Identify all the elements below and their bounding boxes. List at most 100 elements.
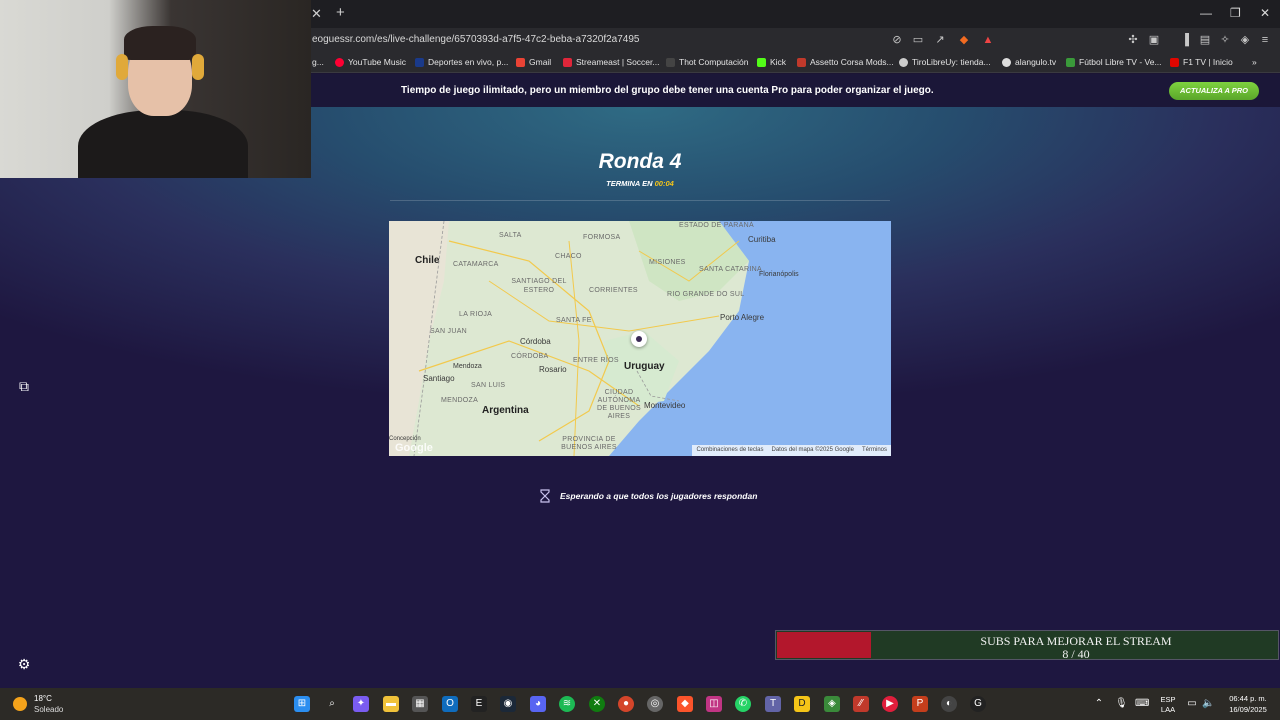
round-timer: TERMINA EN 00:04 <box>0 179 1280 188</box>
clock-time[interactable]: 06:44 p. m. <box>1222 694 1274 703</box>
weather-desc[interactable]: Soleado <box>34 705 63 714</box>
whatsapp-icon[interactable]: ✆ <box>735 696 751 712</box>
steam-icon[interactable]: ◉ <box>500 696 516 712</box>
show-hidden-icons[interactable]: ⌃ <box>1093 696 1105 712</box>
search-icon[interactable]: ⌕ <box>324 696 340 712</box>
copilot-icon[interactable]: ✦ <box>353 696 369 712</box>
downloads-icon[interactable]: ▣ <box>1147 33 1161 47</box>
map-label: CORRIENTES <box>589 287 638 294</box>
map-label: SAN LUIS <box>471 382 506 389</box>
bookmark-item[interactable]: Streameast | Soccer... <box>563 57 659 67</box>
share-icon[interactable]: ↗ <box>933 33 947 47</box>
brave-shield-icon[interactable]: ◆ <box>957 33 971 47</box>
timer-value: 00:04 <box>654 179 674 188</box>
spotify-icon[interactable]: ≋ <box>559 696 575 712</box>
cast-icon[interactable]: ▭ <box>911 33 925 47</box>
waiting-message: Esperando a que todos los jugadores resp… <box>538 489 757 503</box>
xbox-icon[interactable]: ✕ <box>589 696 605 712</box>
terms-link[interactable]: Términos <box>862 447 887 454</box>
map-label: SALTA <box>499 232 522 239</box>
outlook-icon[interactable]: O <box>442 696 458 712</box>
teams-icon[interactable]: T <box>765 696 781 712</box>
keyboard-shortcuts-link[interactable]: Combinaciones de teclas <box>696 447 763 454</box>
bookmark-item[interactable]: g... <box>312 57 324 67</box>
maximize-icon[interactable]: ❐ <box>1230 6 1241 20</box>
discord-icon[interactable]: ◕ <box>530 696 546 712</box>
bookmark-item[interactable]: TiroLibreUy: tienda... <box>899 57 991 67</box>
map-city: Santiago <box>423 374 455 383</box>
url-text[interactable]: eoguessr.com/es/live-challenge/6570393d-… <box>312 34 639 45</box>
language-bottom[interactable]: LAA <box>1158 705 1178 714</box>
start-icon[interactable]: ⊞ <box>294 696 310 712</box>
player-avatar-pin[interactable] <box>631 331 647 347</box>
brave-icon[interactable]: ◆ <box>677 696 693 712</box>
map-label: CIUDAD AUTÓNOMA DE BUENOS AIRES <box>597 389 641 420</box>
ea-icon[interactable]: ● <box>618 696 634 712</box>
vpn-icon[interactable]: ◈ <box>1238 33 1252 47</box>
subs-goal-bar: SUBS PARA MEJORAR EL STREAM 8 / 40 <box>775 630 1279 661</box>
bookmark-item[interactable]: F1 TV | Inicio <box>1170 57 1233 67</box>
app-icon[interactable]: D <box>794 696 810 712</box>
map-label: CHACO <box>555 253 582 260</box>
translate-icon[interactable]: ⊘ <box>890 33 904 47</box>
map-country: Chile <box>415 255 440 266</box>
headset-icon <box>192 54 204 80</box>
powerpoint-icon[interactable]: P <box>912 696 928 712</box>
map-label: SANTA FE <box>556 317 592 324</box>
webcam-overlay <box>0 0 311 178</box>
close-window-icon[interactable]: ✕ <box>1260 6 1270 20</box>
map-label: ESTADO DE PARANÁ <box>679 222 754 229</box>
store-icon[interactable]: ▦ <box>412 696 428 712</box>
map-country: Argentina <box>482 405 529 416</box>
subs-progress-fill <box>777 632 871 658</box>
google-logo: Google <box>395 442 433 454</box>
bookmark-item[interactable]: Fútbol Libre TV - Ve... <box>1066 57 1162 67</box>
bookmark-item[interactable]: Kick <box>757 57 786 67</box>
instagram-icon[interactable]: ◫ <box>706 696 722 712</box>
file-explorer-icon[interactable]: ▬ <box>383 696 399 712</box>
map-city: Florianópolis <box>759 271 799 278</box>
map-label: RIO GRANDE DO SUL <box>667 291 745 298</box>
new-tab-icon[interactable]: + <box>336 4 345 21</box>
sun-icon[interactable] <box>13 697 27 711</box>
bookmark-item[interactable]: Gmail <box>516 57 551 67</box>
keyboard-icon[interactable]: ⌨ <box>1135 696 1149 712</box>
extensions-icon[interactable]: ✣ <box>1126 33 1140 47</box>
racing-app-icon[interactable]: ⁄⁄ <box>853 696 869 712</box>
menu-icon[interactable]: ≡ <box>1258 33 1272 47</box>
map-label: CATAMARCA <box>453 261 499 268</box>
sidebar-icon[interactable]: ▐ <box>1178 33 1192 47</box>
streamer-hair <box>124 26 196 60</box>
brazil-app-icon[interactable]: ◈ <box>824 696 840 712</box>
leo-icon[interactable]: ✧ <box>1218 33 1232 47</box>
bookmark-item[interactable]: Deportes en vivo, p... <box>415 57 508 67</box>
settings-icon[interactable]: ⚙ <box>14 654 34 674</box>
chat-icon[interactable]: ⧉ <box>14 376 34 396</box>
upgrade-pro-button[interactable]: ACTUALIZA A PRO <box>1169 82 1259 100</box>
bookmark-item[interactable]: YouTube Music <box>335 57 406 67</box>
language-top[interactable]: ESP <box>1158 695 1178 704</box>
bookmark-item[interactable]: Assetto Corsa Mods... <box>797 57 894 67</box>
headset-icon <box>116 54 128 80</box>
clock-date[interactable]: 16/09/2025 <box>1222 705 1274 714</box>
hourglass-icon <box>540 489 550 503</box>
minimize-icon[interactable]: — <box>1200 6 1212 20</box>
promo-text: Tiempo de juego ilimitado, pero un miemb… <box>401 85 934 96</box>
bookmark-item[interactable]: Thot Computación <box>666 57 748 67</box>
app-icon[interactable]: ◎ <box>647 696 663 712</box>
more-bookmarks-icon[interactable]: » <box>1252 57 1257 67</box>
epic-games-icon[interactable]: E <box>471 696 487 712</box>
network-icon[interactable]: ▭ <box>1186 696 1198 712</box>
rewards-icon[interactable]: ▲ <box>981 33 995 47</box>
volume-icon[interactable]: 🔈 <box>1202 696 1214 712</box>
mic-icon[interactable]: 🎙 <box>1115 696 1128 712</box>
close-tab-icon[interactable]: ✕ <box>311 6 322 22</box>
weather-temp[interactable]: 18°C <box>34 694 52 703</box>
media-player-icon[interactable]: ▶ <box>882 696 898 712</box>
logitech-icon[interactable]: G <box>970 696 986 712</box>
streamer-body <box>78 110 248 178</box>
wallet-icon[interactable]: ▤ <box>1198 33 1212 47</box>
bookmark-item[interactable]: alangulo.tv <box>1002 57 1056 67</box>
obs-icon[interactable]: ◐ <box>941 696 957 712</box>
map-label: MENDOZA <box>441 397 479 404</box>
